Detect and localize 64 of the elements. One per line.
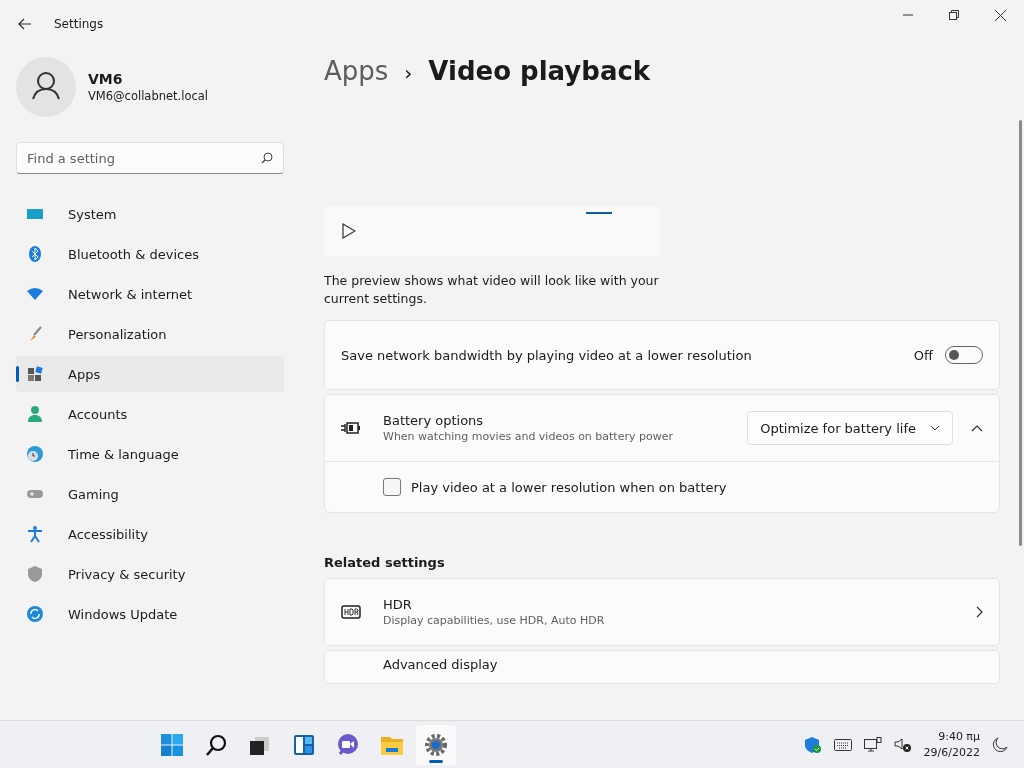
clock-time[interactable]: 9:40 πμ (938, 730, 980, 743)
breadcrumb-link[interactable]: Apps (324, 56, 389, 86)
section-heading: Related settings (324, 555, 446, 570)
breadcrumb-separator: › (404, 61, 413, 85)
person-icon (26, 405, 44, 423)
chevron-icon[interactable] (971, 424, 983, 432)
restore-icon[interactable] (949, 10, 959, 20)
loading-indicator (586, 212, 612, 214)
setting-subtitle: Display capabilities, use HDR, Auto HDR (383, 614, 605, 627)
close-icon[interactable] (995, 10, 1006, 21)
search-icon (203, 732, 228, 757)
search-field[interactable]: Find a setting (16, 142, 284, 174)
nav-item[interactable]: Network & internet (16, 276, 284, 312)
scrollbar[interactable] (1019, 120, 1022, 546)
setting-title: HDR (383, 597, 413, 612)
widgets-icon (291, 732, 316, 757)
nav-item[interactable]: Bluetooth & devices (16, 236, 284, 272)
nav-item[interactable]: Windows Update (16, 596, 284, 632)
hdr-icon (341, 605, 361, 619)
setting-title: Battery options (383, 413, 485, 428)
globe-clock-icon (26, 445, 44, 463)
checkbox[interactable] (383, 478, 401, 496)
nav-item[interactable]: System (16, 196, 284, 232)
chevron-right-icon (976, 606, 983, 618)
preview-description: The preview shows what video will look like with your current settings. (324, 272, 660, 308)
apps-icon (26, 365, 44, 383)
battery-plug-icon (341, 421, 361, 435)
battery-dropdown[interactable]: Optimize for battery life (747, 411, 953, 445)
related-setting-card[interactable]: HDR Display capabilities, use HDR, Auto HDR (324, 578, 1000, 646)
clock-date[interactable]: 29/6/2022 (923, 746, 980, 759)
accessibility-icon (26, 525, 44, 543)
chevron-down-icon (930, 425, 940, 431)
chat-icon (335, 732, 360, 757)
page-title: Video playback (428, 56, 651, 86)
muted-speaker-icon[interactable] (893, 736, 912, 753)
network-icon[interactable] (863, 736, 882, 753)
moon-icon[interactable] (992, 736, 1008, 753)
search-icon (261, 152, 273, 164)
setting-subtitle: When watching movies and videos on battery power (383, 430, 673, 443)
keyboard-icon[interactable] (833, 738, 852, 751)
setting-label: Save network bandwidth by playing video at a lower resolution (341, 347, 752, 363)
bluetooth-icon (26, 245, 44, 263)
nav-item[interactable]: Time & language (16, 436, 284, 472)
start-icon (159, 732, 184, 757)
settings-icon (423, 732, 448, 757)
profile-email: VM6@collabnet.local (88, 89, 209, 103)
nav-item[interactable]: Apps (16, 356, 284, 392)
setting-title: Advanced display (383, 657, 498, 672)
shield-icon (26, 565, 44, 583)
avatar-icon (16, 57, 76, 117)
toggle-state: Off (913, 347, 933, 363)
nav-item[interactable]: Personalization (16, 316, 284, 352)
nav-item[interactable]: Accessibility (16, 516, 284, 552)
related-setting-card[interactable]: Advanced display (324, 650, 1000, 684)
nav-item[interactable]: Gaming (16, 476, 284, 512)
sync-icon (26, 605, 44, 623)
nav-item[interactable]: Accounts (16, 396, 284, 432)
checkbox-label: Play video at a lower resolution when on battery (411, 479, 727, 495)
window-title: Settings (54, 17, 104, 31)
play-icon[interactable] (342, 223, 356, 239)
nav-item[interactable]: Privacy & security (16, 556, 284, 592)
back-icon[interactable] (18, 18, 32, 30)
profile-name: VM6 (88, 71, 124, 87)
shield-icon[interactable] (803, 735, 822, 754)
